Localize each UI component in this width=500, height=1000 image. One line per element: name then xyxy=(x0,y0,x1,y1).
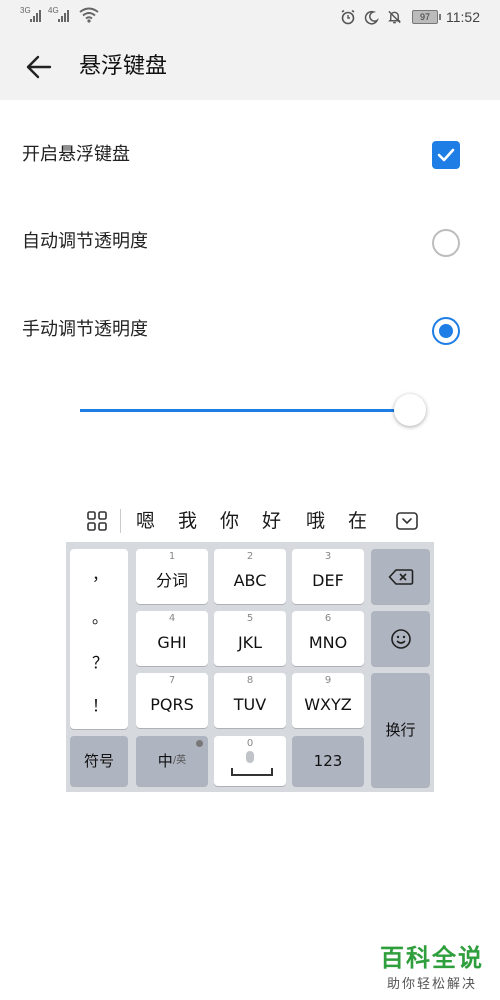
app-bar: 3G 4G 97 11:52 悬浮键盘 xyxy=(0,0,500,100)
key-label: PQRS xyxy=(150,695,194,714)
key-7-pqrs[interactable]: 7 PQRS xyxy=(136,673,208,728)
key-number: 5 xyxy=(246,613,254,624)
punct-comma[interactable]: ， xyxy=(70,561,130,585)
manual-transparency-radio[interactable] xyxy=(432,317,460,345)
candidate-word[interactable]: 我 xyxy=(178,500,197,542)
key-9-wxyz[interactable]: 9 WXYZ xyxy=(292,673,364,728)
candidate-word[interactable]: 你 xyxy=(220,500,239,542)
page-title: 悬浮键盘 xyxy=(79,54,168,79)
key-8-tuv[interactable]: 8 TUV xyxy=(214,673,286,728)
language-switch-key[interactable]: 中/英 xyxy=(136,736,208,786)
transparency-slider-thumb[interactable] xyxy=(393,394,426,426)
key-number: 3 xyxy=(324,551,332,562)
space-key[interactable]: 0 xyxy=(214,736,286,786)
key-label: GHI xyxy=(157,633,187,652)
battery-icon: 97 xyxy=(412,10,441,24)
key-label: TUV xyxy=(233,695,267,714)
key-6-mno[interactable]: 6 MNO xyxy=(292,611,364,666)
punct-period[interactable]: 。 xyxy=(70,604,130,628)
lang-main-label: 中 xyxy=(157,752,173,770)
key-label: JKL xyxy=(237,633,263,652)
lang-alt-label: /英 xyxy=(172,755,187,766)
watermark-logo: 百科全说 助你轻松解决 xyxy=(380,938,484,992)
key-3-def[interactable]: 3 DEF xyxy=(292,549,364,604)
key-label: WXYZ xyxy=(304,695,352,714)
key-5-jkl[interactable]: 5 JKL xyxy=(214,611,286,666)
keyboard-collapse-icon[interactable] xyxy=(395,510,419,532)
candidate-bar: 嗯 我 你 好 哦 在 xyxy=(66,500,434,542)
enter-label: 换行 xyxy=(385,721,416,739)
numbers-key[interactable]: 123 xyxy=(292,736,364,786)
smiley-icon xyxy=(390,628,411,649)
key-1-fenci[interactable]: 1 分词 xyxy=(136,549,208,604)
symbols-label: 符号 xyxy=(83,752,114,770)
candidate-word[interactable]: 嗯 xyxy=(136,500,155,542)
floating-keyboard: ， 。 ？ ！ 1 分词 2 ABC 3 DEF 4 GHI 5 JKL 6 M… xyxy=(66,542,434,792)
watermark-main: 百科全说 xyxy=(380,944,484,972)
key-number: 2 xyxy=(246,551,254,562)
setting-label: 开启悬浮键盘 xyxy=(22,144,130,165)
check-icon xyxy=(437,148,455,162)
key-4-ghi[interactable]: 4 GHI xyxy=(136,611,208,666)
status-bar: 3G 4G 97 11:52 xyxy=(0,0,500,34)
key-number: 4 xyxy=(168,613,176,624)
enable-floating-checkbox[interactable] xyxy=(432,141,460,169)
space-icon xyxy=(231,768,273,776)
setting-label: 自动调节透明度 xyxy=(22,231,148,252)
microphone-icon xyxy=(246,751,254,763)
setting-label: 手动调节透明度 xyxy=(22,319,148,340)
candidate-word[interactable]: 哦 xyxy=(306,500,325,542)
symbols-key[interactable]: 符号 xyxy=(70,736,128,786)
key-2-abc[interactable]: 2 ABC xyxy=(214,549,286,604)
key-number: 6 xyxy=(324,613,332,624)
watermark-sub: 助你轻松解决 xyxy=(386,977,477,992)
setting-manual-transparency[interactable]: 手动调节透明度 xyxy=(0,300,500,360)
moon-icon xyxy=(364,10,379,24)
key-label: MNO xyxy=(308,633,348,652)
candidate-word[interactable]: 好 xyxy=(262,500,281,542)
alarm-icon xyxy=(341,9,355,25)
candidate-divider xyxy=(120,509,121,533)
punctuation-column[interactable]: ， 。 ？ ！ xyxy=(70,549,128,729)
backspace-icon xyxy=(388,568,413,585)
punct-exclamation[interactable]: ！ xyxy=(70,692,130,716)
enter-key[interactable]: 换行 xyxy=(371,673,430,787)
key-label: DEF xyxy=(312,571,344,590)
candidate-word[interactable]: 在 xyxy=(348,500,367,542)
punct-question[interactable]: ？ xyxy=(70,649,130,673)
battery-level: 97 xyxy=(419,12,430,22)
emoji-key[interactable] xyxy=(371,611,430,666)
grid-menu-icon[interactable] xyxy=(86,510,108,532)
key-number: 8 xyxy=(246,675,254,686)
key-label: 分词 xyxy=(155,571,188,590)
bell-off-icon xyxy=(388,10,401,24)
wifi-icon xyxy=(79,7,99,23)
setting-auto-transparency[interactable]: 自动调节透明度 xyxy=(0,212,500,272)
key-number: 1 xyxy=(168,551,176,562)
settings-dot-icon xyxy=(196,740,203,747)
numbers-label: 123 xyxy=(313,752,343,770)
key-number: 9 xyxy=(324,675,332,686)
key-number: 0 xyxy=(246,738,254,749)
transparency-slider-track[interactable] xyxy=(80,409,420,412)
key-number: 7 xyxy=(168,675,176,686)
key-label: ABC xyxy=(233,571,267,590)
arrow-left-icon[interactable] xyxy=(24,52,54,82)
backspace-key[interactable] xyxy=(371,549,430,604)
auto-transparency-radio[interactable] xyxy=(432,229,460,257)
setting-enable-floating-keyboard[interactable]: 开启悬浮键盘 xyxy=(0,125,500,185)
status-time: 11:52 xyxy=(446,9,480,25)
